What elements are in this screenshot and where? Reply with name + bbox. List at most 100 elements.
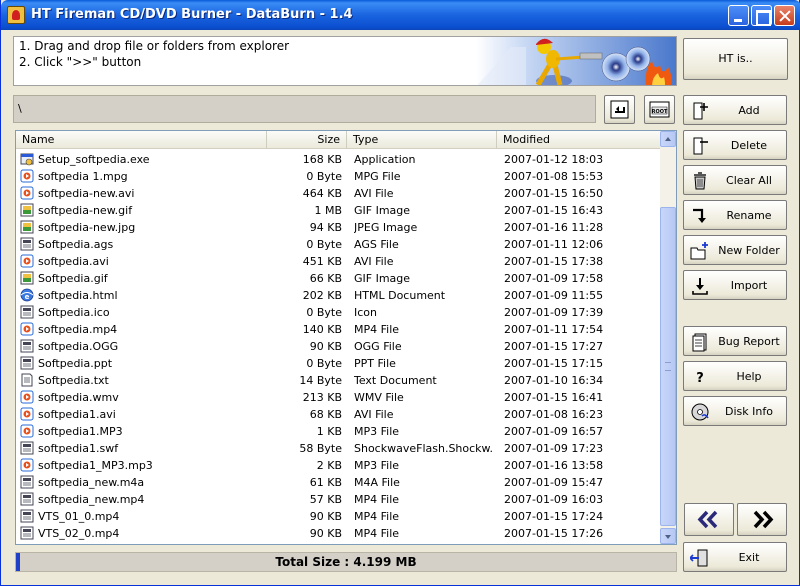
- exit-button[interactable]: Exit: [683, 542, 787, 572]
- file-name: softpedia_new.m4a: [38, 476, 145, 489]
- exe-file-icon: [20, 153, 34, 166]
- file-modified: 2007-01-09 15:47: [504, 476, 604, 489]
- file-modified: 2007-01-08 16:23: [504, 408, 604, 421]
- folder-up-button[interactable]: [604, 95, 635, 124]
- column-header-name[interactable]: Name: [16, 131, 267, 149]
- status-bar: Total Size : 4.199 MB: [15, 552, 677, 572]
- title-bar[interactable]: HT Fireman CD/DVD Burner - DataBurn - 1.…: [1, 0, 800, 30]
- file-size: 66 KB: [309, 272, 342, 285]
- file-row[interactable]: softpedia_new.mp4 57 KB MP4 File 2007-01-09…: [16, 491, 661, 508]
- media-file-icon: [20, 424, 34, 438]
- file-modified: 2007-01-10 16:34: [504, 374, 604, 387]
- file-row[interactable]: softpedia.OGG 90 KB OGG File 2007-01-15 17:…: [16, 338, 661, 355]
- file-name: softpedia.wmv: [38, 391, 119, 404]
- file-size: 90 KB: [309, 340, 342, 353]
- file-row[interactable]: softpedia-new.gif 1 MB GIF Image 2007-01-15…: [16, 202, 661, 219]
- file-row[interactable]: Setup_softpedia.exe 168 KB Application 2007…: [16, 151, 661, 168]
- vertical-scrollbar[interactable]: [660, 131, 676, 544]
- file-row[interactable]: VTS_02_0.mp4 90 KB MP4 File 2007-01-15 17:2…: [16, 525, 661, 542]
- file-modified: 2007-01-15 17:24: [504, 510, 604, 523]
- text-file-icon: [21, 373, 33, 387]
- maximize-button[interactable]: [751, 5, 772, 26]
- file-list[interactable]: Name Size Type Modified Setup_softpedia.…: [15, 130, 677, 545]
- file-row[interactable]: softpedia.wmv 213 KB WMV File 2007-01-15 16…: [16, 389, 661, 406]
- import-button-label: Import: [730, 279, 768, 292]
- file-name: Softpedia.ico: [38, 306, 110, 319]
- file-size: 14 Byte: [299, 374, 342, 387]
- file-modified: 2007-01-15 17:26: [504, 527, 604, 540]
- file-type: AGS File: [354, 238, 399, 251]
- file-row[interactable]: softpedia-new.jpg 94 KB JPEG Image 2007-01-…: [16, 219, 661, 236]
- remove-from-burn-button[interactable]: [684, 503, 734, 536]
- file-row[interactable]: softpedia1.swf 58 Byte ShockwaveFlash.Shoc…: [16, 440, 661, 457]
- import-button[interactable]: Import: [683, 270, 787, 300]
- file-row[interactable]: softpedia-new.avi 464 KB AVI File 2007-01-1…: [16, 185, 661, 202]
- exit-door-icon: [690, 549, 708, 567]
- file-row[interactable]: softpedia.mp4 140 KB MP4 File 2007-01-11 17…: [16, 321, 661, 338]
- new-folder-button[interactable]: New Folder: [683, 235, 787, 265]
- file-row[interactable]: e softpedia.html 202 KB HTML Document 2007-0…: [16, 287, 661, 304]
- root-folder-button[interactable]: ROOT: [644, 95, 675, 124]
- scroll-up-arrow[interactable]: [660, 131, 676, 147]
- help-button-label: Help: [736, 370, 762, 383]
- file-list-header: Name Size Type Modified: [16, 131, 661, 149]
- column-header-modified[interactable]: Modified: [497, 131, 661, 149]
- file-row[interactable]: softpedia.avi 451 KB AVI File 2007-01-15 17…: [16, 253, 661, 270]
- disk-info-button-label: Disk Info: [725, 405, 773, 418]
- file-size: 168 KB: [302, 153, 342, 166]
- file-row[interactable]: softpedia1.MP3 1 KB MP3 File 2007-01-09 16:…: [16, 423, 661, 440]
- file-name: Softpedia.ags: [38, 238, 114, 251]
- generic-file-icon: [20, 526, 34, 540]
- column-header-size[interactable]: Size: [267, 131, 347, 149]
- file-type: GIF Image: [354, 204, 411, 217]
- file-row[interactable]: softpedia1_MP3.mp3 2 KB MP3 File 2007-01-16…: [16, 457, 661, 474]
- generic-file-icon: [20, 509, 34, 523]
- help-button[interactable]: ? Help: [683, 361, 787, 391]
- add-to-burn-button[interactable]: [737, 503, 787, 536]
- image-file-icon: [20, 271, 34, 285]
- close-button[interactable]: [774, 5, 795, 26]
- file-row[interactable]: Softpedia.ico 0 Byte Icon 2007-01-09 17:39: [16, 304, 661, 321]
- clear-all-button[interactable]: Clear All: [683, 165, 787, 195]
- scroll-thumb[interactable]: [660, 207, 676, 526]
- file-modified: 2007-01-09 16:03: [504, 493, 604, 506]
- file-type: ShockwaveFlash.Shockw...: [354, 442, 494, 455]
- generic-file-icon: [20, 237, 34, 251]
- add-file-icon: [693, 102, 708, 120]
- disk-info-icon: [691, 403, 709, 421]
- file-row[interactable]: Softpedia.ags 0 Byte AGS File 2007-01-11 12…: [16, 236, 661, 253]
- file-row[interactable]: VTS_01_0.mp4 90 KB MP4 File 2007-01-15 17:2…: [16, 508, 661, 525]
- file-row[interactable]: softpedia1.avi 68 KB AVI File 2007-01-08 16…: [16, 406, 661, 423]
- file-name: softpedia-new.gif: [38, 204, 133, 217]
- file-name: softpedia1_MP3.mp3: [38, 459, 153, 472]
- file-row[interactable]: Softpedia.ppt 0 Byte PPT File 2007-01-15 17…: [16, 355, 661, 372]
- file-row[interactable]: Softpedia.gif 66 KB GIF Image 2007-01-09 17…: [16, 270, 661, 287]
- file-name: softpedia 1.mpg: [38, 170, 128, 183]
- file-size: 58 Byte: [299, 442, 342, 455]
- file-row[interactable]: softpedia_new.m4a 61 KB M4A File 2007-01-09…: [16, 474, 661, 491]
- ht-is-button[interactable]: HT is..: [683, 38, 788, 80]
- add-button[interactable]: Add: [683, 95, 787, 125]
- delete-button[interactable]: Delete: [683, 130, 787, 160]
- file-row[interactable]: Softpedia.txt 14 Byte Text Document 2007-01…: [16, 372, 661, 389]
- disk-info-button[interactable]: Disk Info: [683, 396, 787, 426]
- image-file-icon: [20, 203, 34, 217]
- file-type: AVI File: [354, 187, 394, 200]
- file-row[interactable]: softpedia 1.mpg 0 Byte MPG File 2007-01-08 …: [16, 168, 661, 185]
- file-modified: 2007-01-11 12:06: [504, 238, 604, 251]
- bug-report-button[interactable]: Bug Report: [683, 326, 787, 356]
- scroll-down-arrow[interactable]: [660, 528, 676, 544]
- rename-button[interactable]: Rename: [683, 200, 787, 230]
- minimize-button[interactable]: [728, 5, 749, 26]
- file-size: 90 KB: [309, 510, 342, 523]
- file-type: MP4 File: [354, 510, 400, 523]
- file-size: 0 Byte: [306, 306, 342, 319]
- instruction-line-1: 1. Drag and drop file or folders from ex…: [19, 39, 290, 53]
- bug-report-button-label: Bug Report: [718, 335, 780, 348]
- column-header-type[interactable]: Type: [347, 131, 497, 149]
- file-type: OGG File: [354, 340, 402, 353]
- app-icon[interactable]: [7, 6, 25, 24]
- svg-text:?: ?: [696, 371, 704, 386]
- current-path: \: [18, 102, 22, 115]
- file-modified: 2007-01-09 17:39: [504, 306, 604, 319]
